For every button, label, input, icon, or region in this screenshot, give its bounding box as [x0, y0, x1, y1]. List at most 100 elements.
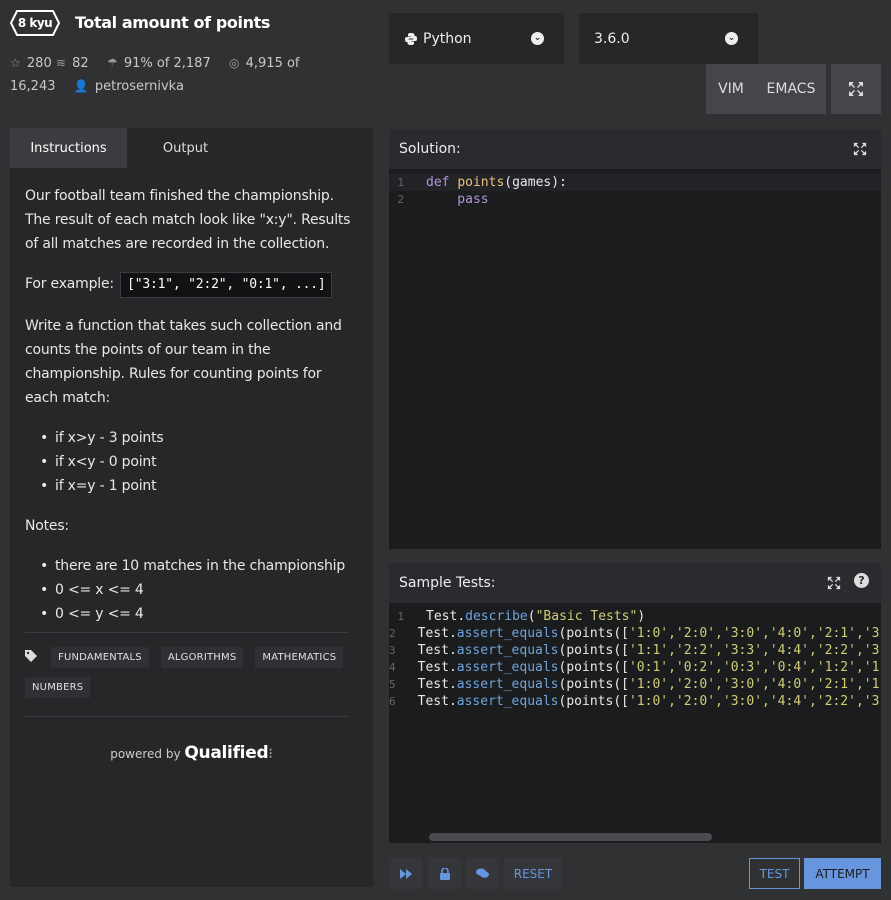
sample-tests-title: Sample Tests: [399, 575, 496, 591]
code-object: Test [417, 643, 449, 658]
code-method: assert_equals [456, 626, 559, 641]
tab-instructions[interactable]: Instructions [10, 128, 127, 168]
line-number: 3 [389, 644, 396, 657]
rules-list: if x>y - 3 points if x<y - 0 point if x=… [40, 426, 358, 498]
tag-numbers[interactable]: NUMBERS [25, 677, 91, 698]
description-paragraph: Our football team finished the champions… [25, 188, 351, 252]
powered-prefix: powered by [110, 747, 181, 761]
language-select[interactable]: Python ⌄ [389, 13, 564, 64]
instructions-panel: Instructions Output Our football team fi… [10, 128, 373, 887]
code-line: 1 def points (games): [389, 174, 881, 191]
code-string: '1:0','2:0','3:0','4:4','2:2','3:3' [628, 694, 881, 709]
task-paragraph: Write a function that takes such collect… [25, 318, 342, 406]
tag-icon [25, 650, 39, 665]
code-function: points [566, 694, 614, 709]
fullscreen-icon [849, 82, 863, 96]
python-icon [404, 32, 418, 46]
code-keyword: def [426, 175, 450, 190]
sample-tests-header: Sample Tests: ? [389, 563, 881, 603]
example-line: For example: ["3:1", "2:2", "0:1", ...] [25, 272, 358, 298]
skip-button[interactable] [389, 858, 422, 889]
line-number: 6 [389, 695, 396, 708]
user-icon: 👤 [73, 79, 89, 93]
sample-tests-editor: Sample Tests: ? 1 Test. describe("Basic Te… [389, 563, 881, 843]
code-line: 1 Test. describe("Basic Tests") [389, 608, 881, 625]
horizontal-scrollbar[interactable] [429, 833, 712, 841]
line-number: 4 [389, 661, 396, 674]
code-string: '0:1','0:2','0:3','0:4','1:2','1:3' [628, 660, 881, 675]
stars-count[interactable]: 280 [27, 56, 52, 71]
version-select[interactable]: 3.6.0 ⌄ [579, 13, 758, 64]
completed-line2: 16,243 [10, 79, 56, 94]
rank-label: 8 kyu [17, 16, 53, 30]
list-item: there are 10 matches in the championship [40, 554, 358, 578]
code-object: Test [426, 609, 458, 624]
example-code: ["3:1", "2:2", "0:1", ...] [120, 272, 333, 298]
help-icon[interactable]: ? [854, 573, 869, 588]
notes-label: Notes: [25, 518, 69, 534]
example-label: For example: [25, 276, 114, 292]
code-function: points [566, 660, 614, 675]
completed-line1: 4,915 of [245, 56, 300, 71]
code-object: Test [417, 626, 449, 641]
attempt-button[interactable]: ATTEMPT [804, 858, 881, 889]
satisfaction-icon: ☂ [106, 56, 118, 70]
emacs-button[interactable]: EMACS [756, 64, 826, 114]
kata-stats: ☆ 280 ≋ 82 ☂ 91% of 2,187 ◎ 4,915 of 16,… [10, 52, 310, 98]
solution-title: Solution: [399, 141, 461, 157]
notes-list: there are 10 matches in the championship… [40, 554, 358, 626]
code-object: Test [417, 677, 449, 692]
sample-tests-code[interactable]: 1 Test. describe("Basic Tests") 2 Test. asse… [389, 608, 881, 710]
language-value: Python [423, 30, 472, 47]
expand-icon[interactable] [827, 576, 841, 590]
left-tab-bar: Instructions Output [10, 128, 373, 168]
collection-icon: ≋ [55, 56, 66, 70]
code-line: 2 Test. assert_equals(points(['1:0','2:0',… [389, 625, 881, 642]
vim-button[interactable]: VIM [706, 64, 756, 114]
list-item: if x=y - 1 point [40, 474, 358, 498]
tag-algorithms[interactable]: ALGORITHMS [160, 647, 244, 668]
rank-badge: 8 kyu [10, 10, 60, 36]
code-function: points [566, 626, 614, 641]
line-number: 5 [389, 678, 396, 691]
tag-mathematics[interactable]: MATHEMATICS [255, 647, 344, 668]
code-method: assert_equals [456, 677, 559, 692]
code-method: describe [465, 609, 528, 624]
test-button[interactable]: TEST [749, 858, 800, 889]
code-line: 5 Test. assert_equals(points(['1:0','2:0',… [389, 676, 881, 693]
code-method: assert_equals [456, 643, 559, 658]
author-link[interactable]: petrosernivka [95, 79, 184, 94]
code-line: 2 pass [389, 191, 881, 208]
code-object: Test [417, 660, 449, 675]
list-item: if x>y - 3 points [40, 426, 358, 450]
fast-forward-icon [399, 868, 412, 879]
fullscreen-button[interactable] [831, 64, 881, 114]
code-function: points [457, 175, 505, 190]
line-number: 1 [397, 176, 404, 189]
tab-output[interactable]: Output [127, 128, 244, 168]
satisfaction-value: 91% of 2,187 [123, 56, 211, 71]
tag-list: FUNDAMENTALS ALGORITHMS MATHEMATICS NUMB… [10, 633, 373, 698]
unlock-solutions-button[interactable] [428, 858, 461, 889]
code-string: '1:0','2:0','3:0','4:0','2:1','1:3' [628, 677, 881, 692]
code-method: assert_equals [456, 694, 559, 709]
discuss-button[interactable] [466, 858, 499, 889]
code-string: '1:0','2:0','3:0','4:0','2:1','3:1' [628, 626, 881, 641]
reset-button[interactable]: RESET [504, 858, 562, 889]
code-text: (games): [504, 175, 567, 190]
expand-icon[interactable] [853, 142, 867, 156]
kata-title: Total amount of points [75, 13, 270, 32]
code-object: Test [417, 694, 449, 709]
instructions-content: Our football team finished the champions… [10, 168, 373, 626]
code-function: points [566, 677, 614, 692]
solution-editor: Solution: 1 def points (games): 2 pass [389, 129, 881, 549]
code-string: '1:1','2:2','3:3','4:4','2:2','3:3' [628, 643, 881, 658]
powered-by[interactable]: powered by Qualified⁝ [10, 743, 373, 763]
solution-code[interactable]: 1 def points (games): 2 pass [389, 174, 881, 208]
chevron-down-icon: ⌄ [531, 32, 544, 45]
collections-count[interactable]: 82 [72, 56, 89, 71]
code-line: 6 Test. assert_equals(points(['1:0','2:0',… [389, 693, 881, 710]
tag-fundamentals[interactable]: FUNDAMENTALS [51, 647, 149, 668]
code-function: points [566, 643, 614, 658]
code-keyword: pass [426, 192, 489, 207]
